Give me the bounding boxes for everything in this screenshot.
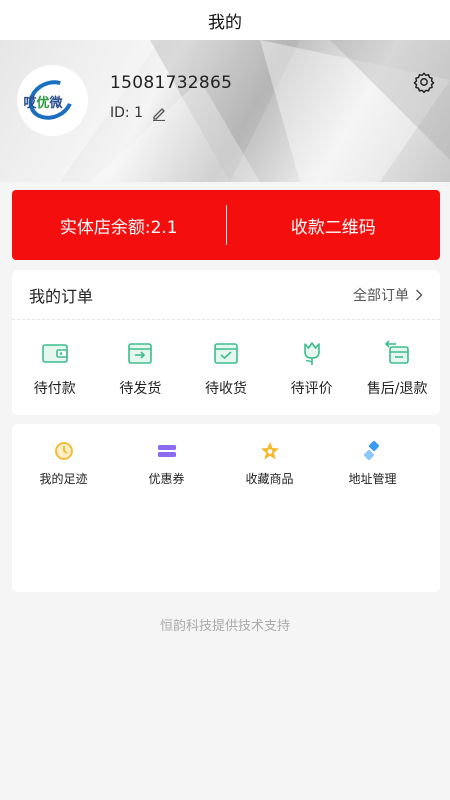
top-bar: 我的	[0, 0, 450, 40]
chevron-right-icon	[416, 289, 423, 300]
all-orders-link[interactable]: 全部订单	[353, 285, 423, 305]
order-status-after-sale[interactable]: 售后/退款	[354, 338, 440, 398]
clock-icon	[54, 442, 73, 460]
qr-code-button[interactable]: 收款二维码	[227, 190, 441, 260]
flower-icon	[303, 342, 320, 365]
order-status-list: 待付款 待发货 待收货 待评价 售后/退款	[12, 320, 440, 398]
tool-label: 地址管理	[348, 472, 397, 486]
tools-row: 我的足迹 优惠券 收藏商品 地址管理	[12, 424, 440, 487]
box-check-icon	[214, 343, 238, 364]
tool-coupons[interactable]: 优惠券	[115, 440, 218, 487]
order-status-label: 待发货	[119, 381, 162, 397]
coupon-icon	[157, 445, 176, 457]
orders-header: 我的订单 全部订单	[12, 270, 440, 320]
page-title: 我的	[208, 12, 242, 33]
tool-footprint[interactable]: 我的足迹	[12, 440, 115, 487]
avatar[interactable]: 哎优微	[17, 65, 88, 136]
user-id-line: ID: 1	[110, 105, 167, 121]
tools-card: 我的足迹 优惠券 收藏商品 地址管理	[12, 424, 440, 592]
order-status-label: 待付款	[33, 381, 76, 397]
brand-logo: 哎优微	[21, 72, 82, 127]
footer-tech-support: 恒韵科技提供技术支持	[159, 619, 290, 634]
profile-header: 哎优微 15081732865 ID: 1	[0, 40, 450, 182]
box-send-icon	[128, 343, 153, 364]
tool-favorites[interactable]: 收藏商品	[218, 440, 321, 487]
tool-address[interactable]: 地址管理	[321, 440, 424, 487]
order-status-to-ship[interactable]: 待发货	[98, 338, 184, 398]
order-status-label: 待收货	[204, 381, 247, 397]
order-status-to-receive[interactable]: 待收货	[183, 338, 269, 398]
order-status-pending-payment[interactable]: 待付款	[12, 338, 98, 398]
gear-icon[interactable]	[413, 71, 435, 93]
user-id: ID: 1	[110, 105, 143, 121]
order-status-to-review[interactable]: 待评价	[269, 338, 355, 398]
map-pin-icon	[363, 440, 379, 461]
orders-card: 我的订单 全部订单 待付款 待发货 待收货 待评价 售后/退款	[12, 270, 440, 415]
all-orders-label: 全部订单	[353, 287, 409, 304]
tool-label: 收藏商品	[245, 472, 294, 486]
pencil-icon[interactable]	[151, 105, 167, 121]
star-icon	[260, 442, 279, 460]
order-status-label: 待评价	[290, 381, 333, 397]
refund-icon	[385, 340, 409, 364]
order-status-label: 售后/退款	[366, 381, 428, 397]
orders-title: 我的订单	[29, 286, 94, 306]
phone-number: 15081732865	[110, 73, 233, 93]
tool-label: 优惠券	[148, 472, 185, 486]
balance-bar: 实体店余额:2.1 收款二维码	[12, 190, 440, 260]
tool-label: 我的足迹	[39, 472, 88, 486]
store-balance-button[interactable]: 实体店余额:2.1	[12, 190, 226, 260]
wallet-icon	[41, 344, 68, 363]
